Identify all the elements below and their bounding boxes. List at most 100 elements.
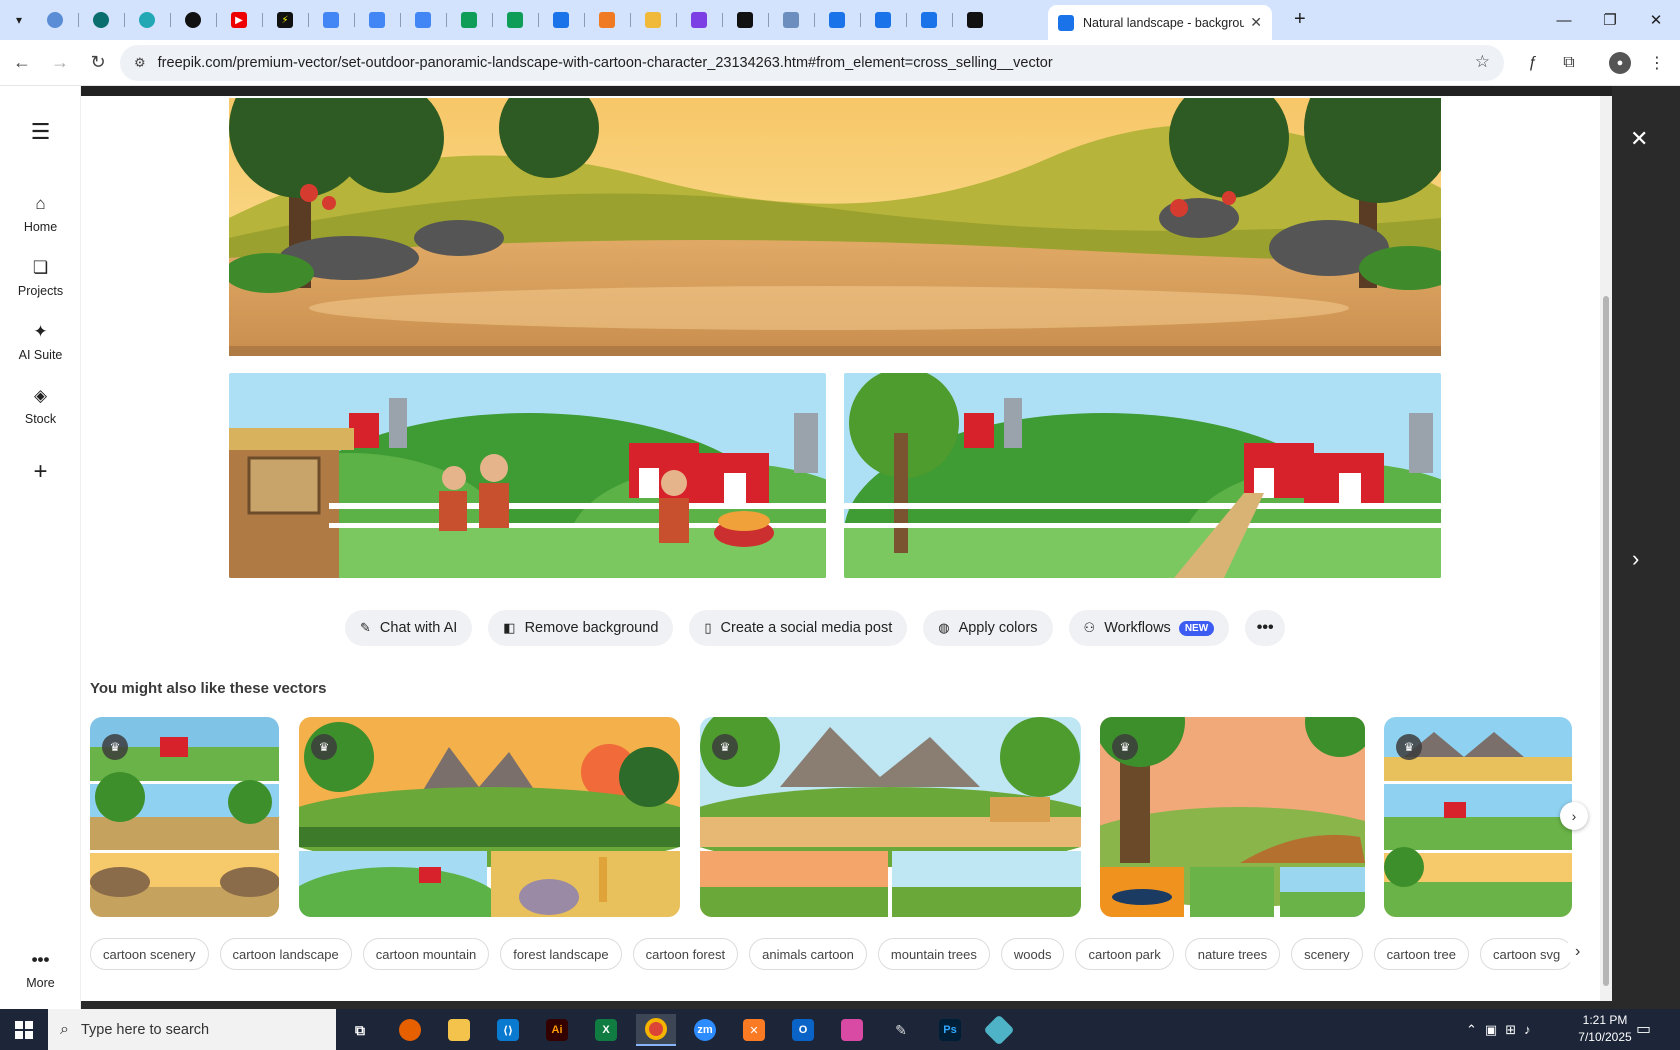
related-card[interactable]: ♛ xyxy=(700,717,1081,917)
tags-next-button[interactable]: › xyxy=(1567,943,1581,961)
sidebar-menu-button[interactable]: ☰ xyxy=(0,119,81,144)
pinned-tab[interactable] xyxy=(722,0,768,40)
pinned-tab[interactable] xyxy=(354,0,400,40)
sidebar-item-stock[interactable]: ◈ Stock xyxy=(0,386,81,426)
back-button[interactable]: ← xyxy=(6,47,38,79)
notification-icon[interactable]: ▭ xyxy=(1636,1019,1651,1039)
taskbar-app-outlook[interactable]: O xyxy=(783,1014,823,1046)
close-window-button[interactable]: ✕ xyxy=(1633,6,1679,34)
tag-chip[interactable]: cartoon forest xyxy=(632,938,739,970)
related-card[interactable]: ♛ xyxy=(90,717,279,917)
pinned-tab[interactable] xyxy=(860,0,906,40)
sidebar-item-ai-suite[interactable]: ✦ AI Suite xyxy=(0,322,81,362)
network-icon[interactable]: ⊞ xyxy=(1505,1022,1516,1038)
pinned-tab[interactable] xyxy=(906,0,952,40)
scrollbar-thumb[interactable] xyxy=(1603,296,1609,986)
related-card[interactable]: ♛ xyxy=(299,717,680,917)
tag-chip[interactable]: cartoon scenery xyxy=(90,938,209,970)
carousel-next-button[interactable]: › xyxy=(1560,802,1588,830)
preview-image-3[interactable] xyxy=(844,373,1441,578)
pinned-tab[interactable] xyxy=(446,0,492,40)
restore-button[interactable]: ❐ xyxy=(1587,6,1633,34)
tag-chip[interactable]: mountain trees xyxy=(877,938,990,970)
workflows-button[interactable]: ⚇ Workflows NEW xyxy=(1068,610,1230,646)
pinned-tab[interactable]: ▶ xyxy=(216,0,262,40)
pinned-tab[interactable] xyxy=(538,0,584,40)
sidebar-add-button[interactable]: + xyxy=(0,458,81,485)
reload-button[interactable]: ↻ xyxy=(82,47,114,79)
address-bar[interactable]: ⚙ freepik.com/premium-vector/set-outdoor… xyxy=(120,45,1504,81)
close-tab-icon[interactable]: ✕ xyxy=(1250,14,1262,31)
related-card[interactable]: ♛ xyxy=(1384,717,1572,917)
create-social-post-button[interactable]: ▯ Create a social media post xyxy=(689,610,908,646)
tray-overflow-icon[interactable]: ⌃ xyxy=(1466,1022,1477,1038)
taskbar-app-photos[interactable] xyxy=(832,1014,872,1046)
taskbar-app-excel[interactable]: X xyxy=(586,1014,626,1046)
new-tab-button[interactable]: + xyxy=(1294,8,1306,31)
tab-search-button[interactable]: ▾ xyxy=(6,7,32,33)
taskbar-app-zoom[interactable]: zm xyxy=(685,1014,725,1046)
pinned-tab[interactable] xyxy=(584,0,630,40)
task-view-button[interactable]: ⧉ xyxy=(340,1014,380,1046)
taskbar-clock[interactable]: 1:21 PM 7/10/2025 xyxy=(1570,1012,1640,1046)
taskbar-app-firefox[interactable] xyxy=(390,1014,430,1046)
taskbar-app-vscode[interactable]: ⟨⟩ xyxy=(488,1014,528,1046)
bookmark-star-icon[interactable]: ☆ xyxy=(1475,52,1490,72)
volume-icon[interactable]: ♪ xyxy=(1524,1022,1531,1037)
site-info-icon[interactable]: ⚙ xyxy=(134,55,146,71)
minimize-button[interactable]: — xyxy=(1541,6,1587,34)
pinned-tab[interactable] xyxy=(400,0,446,40)
tag-chip[interactable]: forest landscape xyxy=(500,938,622,970)
extension-icon[interactable]: ƒ xyxy=(1522,52,1544,74)
tag-chip[interactable]: animals cartoon xyxy=(749,938,867,970)
modal-scrollbar[interactable] xyxy=(1600,96,1612,1001)
pinned-tab[interactable] xyxy=(952,0,998,40)
more-actions-button[interactable]: ••• xyxy=(1245,610,1286,646)
sidebar-item-home[interactable]: ⌂ Home xyxy=(0,194,81,234)
taskbar-app-explorer[interactable] xyxy=(439,1014,479,1046)
url-text[interactable]: freepik.com/premium-vector/set-outdoor-p… xyxy=(158,55,1053,71)
pinned-tab[interactable] xyxy=(124,0,170,40)
pinned-tab[interactable] xyxy=(492,0,538,40)
taskbar-search-box[interactable]: ⌕ Type here to search xyxy=(48,1009,336,1050)
profile-avatar[interactable]: ● xyxy=(1609,52,1631,74)
remove-background-button[interactable]: ◧ Remove background xyxy=(488,610,674,646)
pinned-tab[interactable] xyxy=(308,0,354,40)
pinned-tab[interactable] xyxy=(630,0,676,40)
pinned-tab[interactable] xyxy=(676,0,722,40)
taskbar-app-illustrator[interactable]: Ai xyxy=(537,1014,577,1046)
apply-colors-button[interactable]: ◍ Apply colors xyxy=(923,610,1053,646)
pinned-tab[interactable] xyxy=(170,0,216,40)
start-button[interactable] xyxy=(0,1009,48,1050)
active-tab[interactable]: Natural landscape - background ✕ xyxy=(1048,5,1272,40)
sidebar-item-projects[interactable]: ❏ Projects xyxy=(0,258,81,298)
tag-chip[interactable]: scenery xyxy=(1291,938,1363,970)
pinned-tab[interactable] xyxy=(78,0,124,40)
taskbar-app-xampp[interactable]: ✕ xyxy=(734,1014,774,1046)
pinned-tab[interactable] xyxy=(814,0,860,40)
tray-app-icon[interactable]: ▣ xyxy=(1485,1022,1497,1038)
preview-image-2[interactable] xyxy=(229,373,826,578)
chat-with-ai-button[interactable]: ✎ Chat with AI xyxy=(345,610,473,646)
sidebar-item-more[interactable]: ••• More xyxy=(0,950,81,990)
tag-chip[interactable]: nature trees xyxy=(1184,938,1281,970)
taskbar-app-misc[interactable] xyxy=(979,1014,1019,1046)
main-preview-image[interactable] xyxy=(229,98,1441,356)
taskbar-app-chrome[interactable] xyxy=(636,1014,676,1046)
taskbar-app-photoshop[interactable]: Ps xyxy=(930,1014,970,1046)
tag-chip[interactable]: cartoon landscape xyxy=(219,938,352,970)
pinned-tab[interactable] xyxy=(32,0,78,40)
tag-chip[interactable]: cartoon mountain xyxy=(362,938,490,970)
taskbar-app-tool[interactable]: ✎ xyxy=(881,1014,921,1046)
related-card[interactable]: ♛ xyxy=(1100,717,1365,917)
forward-button[interactable]: → xyxy=(44,47,76,79)
pinned-tab[interactable]: ⚡ xyxy=(262,0,308,40)
close-modal-icon[interactable]: ✕ xyxy=(1630,126,1648,152)
extensions-puzzle-icon[interactable]: ⧉ xyxy=(1558,52,1580,74)
next-resource-icon[interactable]: › xyxy=(1632,546,1639,572)
pinned-tab[interactable] xyxy=(768,0,814,40)
tag-chip[interactable]: woods xyxy=(1000,938,1065,970)
tag-chip[interactable]: cartoon tree xyxy=(1373,938,1470,970)
tag-chip[interactable]: cartoon svg xyxy=(1480,938,1570,970)
tag-chip[interactable]: cartoon park xyxy=(1075,938,1174,970)
